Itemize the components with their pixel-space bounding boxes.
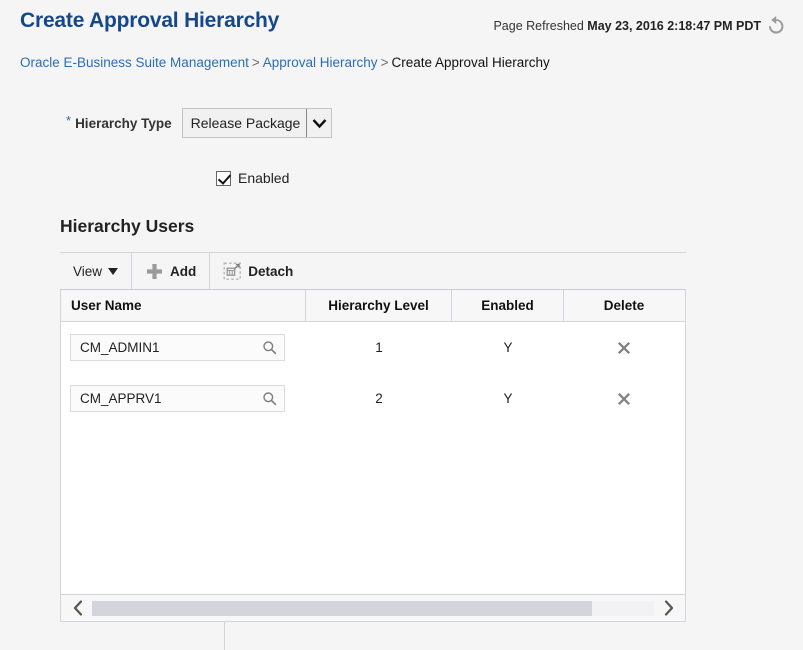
delete-x-icon[interactable] bbox=[613, 337, 635, 359]
user-name-input[interactable]: CM_ADMIN1 bbox=[70, 334, 285, 361]
table-row[interactable]: CM_ADMIN1 1 Y bbox=[61, 322, 685, 373]
cell-user-name: CM_APPRV1 bbox=[61, 373, 306, 424]
enabled-checkbox[interactable] bbox=[216, 171, 231, 186]
table-row[interactable]: CM_APPRV1 2 Y bbox=[61, 373, 685, 424]
page-refreshed-label: Page Refreshed bbox=[493, 19, 583, 33]
breadcrumb-item-2: Create Approval Hierarchy bbox=[391, 55, 549, 70]
cell-enabled: Y bbox=[452, 373, 564, 424]
horizontal-scrollbar[interactable] bbox=[61, 594, 685, 621]
caret-down-icon bbox=[108, 268, 118, 275]
detach-icon bbox=[223, 262, 242, 281]
detach-button-label: Detach bbox=[248, 264, 293, 279]
hierarchy-type-label: Hierarchy Type bbox=[75, 116, 172, 131]
user-name-value: CM_ADMIN1 bbox=[80, 340, 160, 355]
cell-hierarchy-level: 1 bbox=[306, 322, 452, 373]
page-root: Create Approval Hierarchy Page Refreshed… bbox=[0, 0, 803, 650]
search-icon[interactable] bbox=[262, 391, 277, 406]
scrollbar-track[interactable] bbox=[92, 601, 654, 616]
breadcrumb-item-1[interactable]: Approval Hierarchy bbox=[263, 55, 378, 70]
detach-button[interactable]: Detach bbox=[210, 253, 306, 289]
breadcrumb: Oracle E-Business Suite Management>Appro… bbox=[20, 55, 550, 70]
add-button[interactable]: Add bbox=[132, 253, 209, 289]
user-name-value: CM_APPRV1 bbox=[80, 391, 162, 406]
table-body: CM_ADMIN1 1 Y bbox=[61, 322, 685, 594]
hierarchy-type-value: Release Package bbox=[183, 109, 307, 137]
cell-delete bbox=[564, 322, 684, 373]
hierarchy-users-panel: View Add bbox=[60, 252, 686, 622]
page-title: Create Approval Hierarchy bbox=[20, 9, 279, 33]
refresh-icon[interactable] bbox=[763, 13, 789, 39]
add-button-label: Add bbox=[170, 264, 196, 279]
column-header-delete[interactable]: Delete bbox=[564, 290, 684, 321]
page-refreshed-text: Page Refreshed May 23, 2016 2:18:47 PM P… bbox=[493, 19, 761, 33]
table-toolbar: View Add bbox=[60, 252, 686, 289]
hierarchy-type-select[interactable]: Release Package bbox=[182, 108, 333, 138]
enabled-checkbox-row: Enabled bbox=[216, 170, 289, 186]
view-menu-button[interactable]: View bbox=[60, 253, 131, 289]
chevron-down-icon[interactable] bbox=[306, 109, 331, 137]
required-marker: * bbox=[66, 114, 71, 127]
scrollbar-thumb[interactable] bbox=[92, 601, 592, 616]
user-name-input[interactable]: CM_APPRV1 bbox=[70, 385, 285, 412]
cell-enabled: Y bbox=[452, 322, 564, 373]
column-header-enabled[interactable]: Enabled bbox=[452, 290, 564, 321]
delete-x-icon[interactable] bbox=[613, 388, 635, 410]
enabled-checkbox-label: Enabled bbox=[238, 170, 289, 186]
column-header-user-name[interactable]: User Name bbox=[61, 290, 306, 321]
hierarchy-users-table: User Name Hierarchy Level Enabled Delete… bbox=[60, 289, 686, 622]
cell-delete bbox=[564, 373, 684, 424]
cell-hierarchy-level: 2 bbox=[306, 373, 452, 424]
page-refreshed-block: Page Refreshed May 23, 2016 2:18:47 PM P… bbox=[493, 14, 789, 38]
cell-user-name: CM_ADMIN1 bbox=[61, 322, 306, 373]
chevron-right-icon[interactable] bbox=[657, 597, 679, 619]
chevron-left-icon[interactable] bbox=[67, 597, 89, 619]
page-refreshed-timestamp: May 23, 2016 2:18:47 PM PDT bbox=[587, 19, 761, 33]
breadcrumb-separator-0: > bbox=[252, 55, 260, 70]
plus-icon bbox=[145, 262, 164, 281]
breadcrumb-separator-1: > bbox=[381, 55, 389, 70]
bottom-divider bbox=[224, 621, 225, 650]
column-header-hierarchy-level[interactable]: Hierarchy Level bbox=[306, 290, 452, 321]
search-icon[interactable] bbox=[262, 340, 277, 355]
breadcrumb-item-0[interactable]: Oracle E-Business Suite Management bbox=[20, 55, 249, 70]
hierarchy-type-row: * Hierarchy Type Release Package bbox=[66, 108, 332, 138]
view-menu-label: View bbox=[73, 264, 102, 279]
section-title-hierarchy-users: Hierarchy Users bbox=[60, 216, 194, 237]
table-header-row: User Name Hierarchy Level Enabled Delete bbox=[61, 290, 685, 322]
